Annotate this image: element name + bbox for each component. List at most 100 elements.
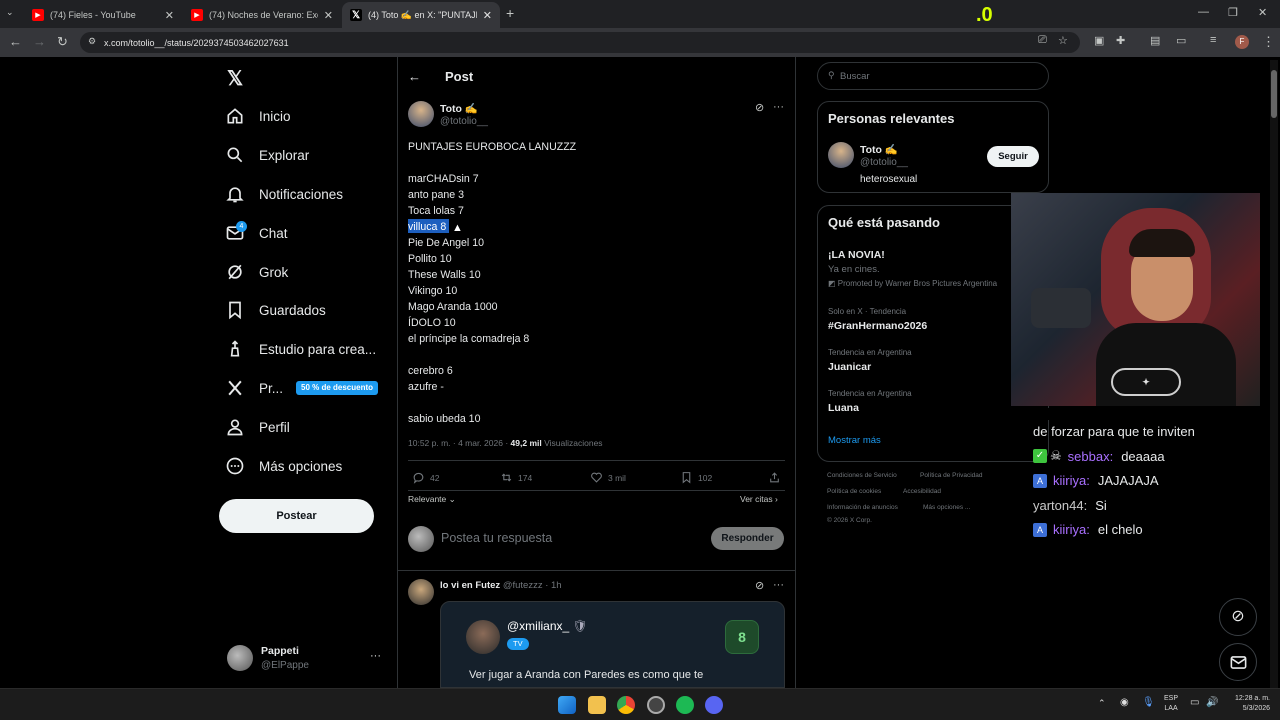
reply-button[interactable]: Responder <box>711 527 784 550</box>
trend-name[interactable]: #GranHermano2026 <box>828 320 927 332</box>
chrome-icon[interactable] <box>617 696 635 714</box>
footer-copyright: © 2026 X Corp. <box>827 517 872 524</box>
quotes-link[interactable]: Ver citas › <box>740 494 778 504</box>
tray-controller-icon[interactable]: ◉ <box>1120 697 1129 708</box>
sidebar-item-estudio[interactable]: Estudio para crea... <box>225 337 376 361</box>
footer-link[interactable]: Más opciones ... <box>923 504 970 511</box>
windows-start-icon[interactable] <box>558 696 576 714</box>
follow-button[interactable]: Seguir <box>987 146 1039 167</box>
sidebar-item-grok[interactable]: Grok <box>225 260 288 284</box>
search-field[interactable]: ⚲ Buscar <box>817 62 1049 90</box>
relevant-avatar[interactable] <box>828 142 854 168</box>
relevant-handle[interactable]: @totolio__ <box>860 157 908 168</box>
menu-icon[interactable]: ⋮ <box>1262 34 1275 50</box>
bookmark-action[interactable]: 102 <box>680 471 712 484</box>
scrollbar-thumb[interactable] <box>1271 70 1277 118</box>
grok-icon[interactable]: ⊘ <box>755 579 764 592</box>
sidebar-item-premium[interactable]: Pr... <box>225 376 283 400</box>
language-indicator[interactable]: ESP LAA <box>1164 694 1178 714</box>
reply-more-icon[interactable]: ··· <box>773 579 784 591</box>
like-action[interactable]: 3 mil <box>590 471 626 484</box>
account-menu-icon[interactable]: ··· <box>370 650 381 662</box>
footer-link[interactable]: Accesibilidad <box>903 488 941 495</box>
reply-action[interactable]: 42 <box>412 471 439 484</box>
tray-mic-icon[interactable]: 🎙 <box>1142 697 1155 708</box>
translate-icon[interactable]: ▤ <box>1150 34 1160 47</box>
footer-link[interactable]: Política de cookies <box>827 488 881 495</box>
file-explorer-icon[interactable] <box>588 696 606 714</box>
network-icon[interactable]: ▭ <box>1190 697 1199 708</box>
bookmark-star-icon[interactable]: ☆ <box>1058 34 1068 47</box>
composer-avatar <box>408 526 434 552</box>
reply-author-avatar[interactable] <box>408 579 434 605</box>
messages-float-button[interactable] <box>1219 643 1257 681</box>
sidebar-item-explorar[interactable]: Explorar <box>225 143 309 167</box>
footer-link[interactable]: Condiciones de Servicio <box>827 472 897 479</box>
cast-icon[interactable]: ⎚ <box>1038 34 1047 47</box>
author-avatar[interactable] <box>408 101 434 127</box>
url-field[interactable]: ⚙ x.com/totolio__/status/202937450346202… <box>80 32 1080 53</box>
account-avatar[interactable] <box>227 645 253 671</box>
sidebar-item-perfil[interactable]: Perfil <box>225 415 290 439</box>
mic-shape <box>1031 288 1091 328</box>
sort-dropdown[interactable]: Relevante ⌄ <box>408 494 456 505</box>
trend-name[interactable]: Juanicar <box>828 361 871 373</box>
tab-search-icon[interactable]: ⌄ <box>6 7 14 18</box>
spotify-icon[interactable] <box>676 696 694 714</box>
tab-list-icon[interactable]: ≡ <box>1210 34 1216 46</box>
sidebar-item-mas-opciones[interactable]: Más opciones <box>225 454 342 478</box>
close-tab-icon[interactable]: ✕ <box>483 9 492 22</box>
relevant-name[interactable]: Toto ✍️ <box>860 143 898 156</box>
puzzle-icon[interactable]: ✚ <box>1116 34 1125 47</box>
new-tab-button[interactable]: + <box>506 5 514 21</box>
sidebar-item-guardados[interactable]: Guardados <box>225 298 326 322</box>
tab-youtube-fieles[interactable]: ▶ (74) Fieles - YouTube ✕ <box>24 2 182 28</box>
repost-action[interactable]: 174 <box>500 471 532 484</box>
tweet-more-icon[interactable]: ··· <box>773 101 784 113</box>
obs-icon[interactable] <box>647 696 665 714</box>
x-logo-icon[interactable]: 𝕏 <box>227 66 243 91</box>
profile-avatar[interactable]: F <box>1235 35 1249 49</box>
grok-float-button[interactable]: ⊘ <box>1219 598 1257 636</box>
tab-youtube-noches[interactable]: ▶ (74) Noches de Verano: Exceso ✕ <box>183 2 341 28</box>
site-info-icon[interactable]: ⚙ <box>88 36 96 47</box>
trend-name[interactable]: ¡LA NOVIA! <box>828 249 885 261</box>
embedded-image-card[interactable]: @xmilianx_ 🛡 TV 8 Ver jugar a Aranda con… <box>440 601 785 688</box>
author-name[interactable]: Toto ✍️ <box>440 102 478 115</box>
browser-tab-bar: ⌄ ▶ (74) Fieles - YouTube ✕ ▶ (74) Noche… <box>0 0 1280 28</box>
close-tab-icon[interactable]: ✕ <box>324 9 333 22</box>
embed-tag: TV <box>507 638 529 650</box>
share-action[interactable] <box>768 471 786 484</box>
divider <box>397 570 795 571</box>
footer-link[interactable]: Información de anuncios <box>827 504 898 511</box>
forward-icon[interactable]: → <box>33 34 46 49</box>
tab-x-post[interactable]: 𝕏 (4) Toto ✍ en X: "PUNTAJES EU ✕ <box>342 2 500 28</box>
extension-icon[interactable]: ▣ <box>1094 34 1104 47</box>
show-more-link[interactable]: Mostrar más <box>828 435 881 446</box>
sidebar-item-chat[interactable]: Chat <box>225 221 288 245</box>
tray-arrow-icon[interactable]: ⌃ <box>1098 698 1106 709</box>
volume-icon[interactable]: 🔊 <box>1206 697 1218 708</box>
back-icon[interactable]: ← <box>9 34 22 49</box>
footer-link[interactable]: Política de Privacidad <box>920 472 983 479</box>
windows-taskbar: ⌃ ◉ 🎙 ESP LAA ▭ 🔊 12:28 a. m. 5/3/2026 <box>0 688 1280 720</box>
reply-input[interactable]: Postea tu respuesta <box>441 531 552 545</box>
reload-icon[interactable]: ↻ <box>57 34 68 50</box>
sidebar-item-inicio[interactable]: Inicio <box>225 104 291 128</box>
trend-name[interactable]: Luana <box>828 402 859 414</box>
scrollbar-track[interactable] <box>1270 60 1278 688</box>
back-arrow-icon[interactable]: ← <box>408 69 421 84</box>
post-button[interactable]: Postear <box>219 499 374 533</box>
discord-icon[interactable] <box>705 696 723 714</box>
author-handle[interactable]: @totolio__ <box>440 116 488 127</box>
minimize-button[interactable]: — <box>1198 6 1209 18</box>
sidebar-item-notificaciones[interactable]: Notificaciones <box>225 182 343 206</box>
close-window-button[interactable]: ✕ <box>1258 6 1267 19</box>
close-tab-icon[interactable]: ✕ <box>165 9 174 22</box>
screen-icon[interactable]: ▭ <box>1176 34 1186 47</box>
restore-button[interactable]: ❐ <box>1228 6 1238 19</box>
trends-title: Qué está pasando <box>828 215 940 230</box>
clock[interactable]: 12:28 a. m. 5/3/2026 <box>1224 694 1270 714</box>
chat-cut-line <box>1033 408 1273 420</box>
grok-icon[interactable]: ⊘ <box>755 101 764 114</box>
